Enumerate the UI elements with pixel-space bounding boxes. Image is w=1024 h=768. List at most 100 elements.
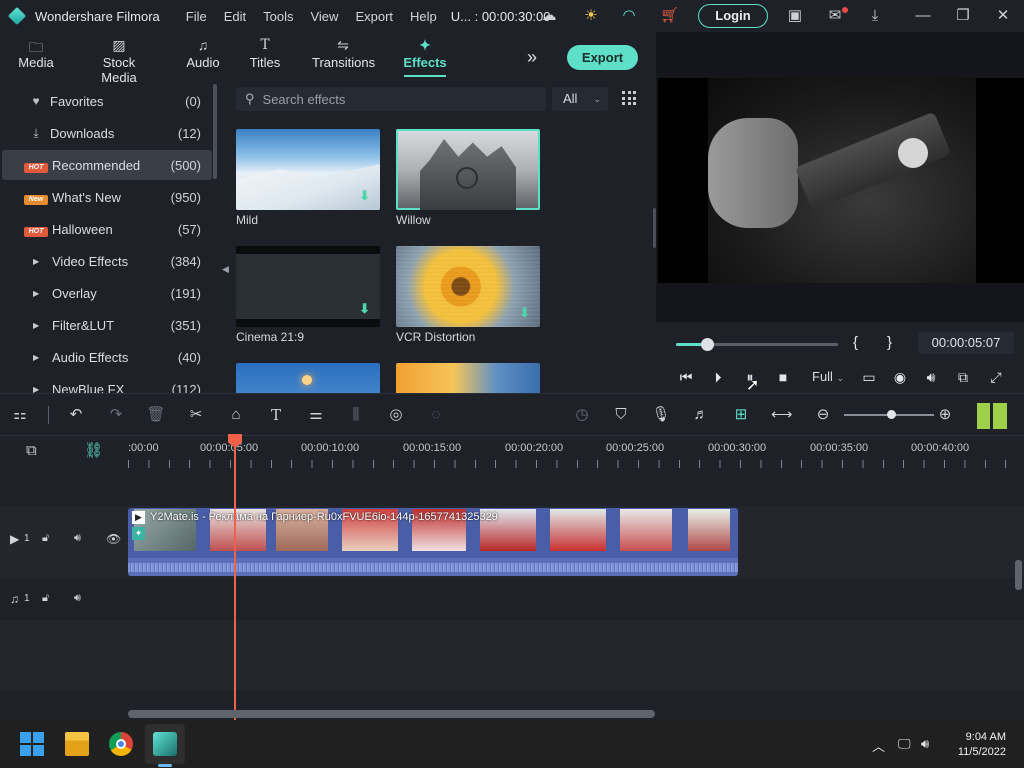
delete-icon[interactable]: 🗑︎ [146,405,166,425]
volume-icon[interactable]: 🔊︎ [74,592,81,605]
restore-icon[interactable]: ❐ [954,7,972,25]
download-icon[interactable]: ⬇ [359,188,370,204]
play-icon[interactable]: ⏵ [709,368,727,386]
tag-icon[interactable]: ⌂ [226,405,246,425]
zoom-slider[interactable] [844,410,934,419]
microphone-icon[interactable]: 🎙︎ [651,405,671,425]
menu-tools[interactable]: Tools [263,9,293,24]
export-button[interactable]: Export [567,45,638,70]
snapshot-icon[interactable]: ◉ [891,368,909,386]
effect-item[interactable] [396,363,540,393]
file-explorer-icon[interactable] [65,732,89,756]
filmora-taskbar-icon[interactable] [153,732,177,756]
playback-progress[interactable] [676,338,838,351]
filter-dropdown[interactable]: All ⌄ [552,87,608,111]
category-video-effects[interactable]: ▶ Video Effects (384) [2,246,212,276]
chevron-up-icon[interactable]: ︿ [872,736,885,755]
effect-item[interactable]: Willow [396,129,540,227]
lock-icon[interactable]: 🔓︎ [42,592,49,605]
tab-titles[interactable]: T Titles [248,37,282,70]
double-chevron-right-icon[interactable]: » [527,47,537,68]
effect-item[interactable]: ⬇ Mild [236,129,380,227]
category-filter-lut[interactable]: ▶ Filter&LUT (351) [2,310,212,340]
tab-audio[interactable]: ♫ Audio [185,37,221,70]
menu-edit[interactable]: Edit [224,9,246,24]
volume-icon[interactable]: 🔊︎ [74,532,81,545]
tab-effects[interactable]: ✦ Effects [402,37,448,77]
render-preview-icon[interactable]: ◷ [572,405,592,425]
fit-timeline-icon[interactable]: ⟷ [771,405,793,425]
category-newblue-fx[interactable]: ▶ NewBlue FX (112) [2,374,212,394]
time-ruler[interactable]: :00:00 00:00:05:00 00:00:10:00 00:00:15:… [128,436,1024,472]
minimize-icon[interactable]: — [914,7,932,25]
collapse-arrow-icon[interactable]: ◀ [222,264,230,274]
cart-icon[interactable]: 🛒︎ [660,7,679,25]
chrome-icon[interactable] [109,732,133,756]
search-input[interactable] [262,91,523,107]
zoom-in-icon[interactable]: ⊕ [935,405,955,425]
snap-icon[interactable]: ⊞ [731,405,751,425]
category-downloads[interactable]: ⤓ Downloads (12) [2,118,212,148]
network-icon[interactable]: 🖵︎ [898,736,911,752]
timeline-horizontal-scrollbar[interactable] [128,710,655,718]
tab-transitions[interactable]: ⇋ Transitions [312,37,375,70]
category-audio-effects[interactable]: ▶ Audio Effects (40) [2,342,212,372]
quality-dropdown[interactable]: Full ⌄ [812,369,844,384]
menu-file[interactable]: File [186,9,207,24]
effect-item[interactable]: ⬇ Cinema 21:9 [236,246,380,344]
music-list-icon[interactable]: ♬ [691,405,711,425]
tab-stock-media[interactable]: ▨ Stock Media [84,37,154,85]
add-text-icon[interactable]: T [266,405,286,425]
category-halloween[interactable]: HOT Halloween (57) [2,214,212,244]
eye-icon[interactable]: 👁︎ [106,532,121,546]
zoom-out-icon[interactable]: ⊖ [813,405,833,425]
stop-icon[interactable]: ■ [774,368,792,386]
menu-help[interactable]: Help [410,9,437,24]
cut-icon[interactable]: ✂ [186,405,206,425]
tab-media[interactable]: 🗀︎ Media [18,37,54,70]
pip-icon[interactable]: ⧉ [954,368,972,386]
category-overlay[interactable]: ▶ Overlay (191) [2,278,212,308]
category-whats-new[interactable]: New What's New (950) [2,182,212,212]
login-button[interactable]: Login [698,4,768,28]
mark-out-button[interactable]: } [887,334,892,351]
volume-icon[interactable]: 🔊︎ [921,736,929,752]
expand-arrow-icon[interactable]: ▶ [33,257,41,266]
menu-export[interactable]: Export [355,9,393,24]
playhead[interactable] [234,440,236,720]
audio-adjust-icon[interactable]: ⫼ [346,405,366,425]
zoom-knob[interactable] [887,410,896,419]
display-settings-icon[interactable]: ▭ [860,368,878,386]
category-favorites[interactable]: ♥ Favorites (0) [2,86,212,116]
expand-arrow-icon[interactable]: ▶ [33,321,41,330]
layout-icon[interactable]: ⚏ [10,405,30,425]
headset-icon[interactable]: ◠ [620,7,638,25]
lock-icon[interactable]: 🔓︎ [42,532,49,545]
menu-view[interactable]: View [310,9,338,24]
effect-item[interactable]: ⬇ VCR Distortion [396,246,540,344]
fullscreen-icon[interactable]: ⤢ [987,368,1005,386]
category-scrollbar[interactable] [213,84,217,179]
speed-icon[interactable]: ◌ [426,405,446,425]
redo-icon[interactable]: ↷ [106,405,126,425]
audio-waveform-icon[interactable]: ◎ [386,405,406,425]
cloud-icon[interactable]: ☁ [540,7,558,25]
effect-item[interactable] [236,363,380,393]
video-clip[interactable]: ▶ ✦ Y2Mate.is - Реклама на Гарниер-Ru0xF… [128,508,738,576]
download-icon[interactable]: ⤓ [866,7,884,25]
volume-icon[interactable]: 🔊︎ [922,368,940,386]
mark-in-button[interactable]: { [853,334,858,351]
shield-marker-icon[interactable]: ⛉ [611,405,631,425]
download-icon[interactable]: ⬇ [359,301,370,317]
expand-arrow-icon[interactable]: ▶ [33,289,41,298]
save-icon[interactable]: ▣ [786,7,804,25]
add-track-icon[interactable]: ⧉ [26,442,37,459]
undo-icon[interactable]: ↶ [66,405,86,425]
windows-start-icon[interactable] [20,732,44,756]
download-icon[interactable]: ⬇ [519,305,530,321]
expand-arrow-icon[interactable]: ▶ [33,353,41,362]
progress-knob[interactable] [700,338,714,351]
step-back-icon[interactable]: ⏮ [677,368,695,386]
link-icon[interactable]: ⛓ [84,441,103,459]
adjust-icon[interactable]: ⚌ [306,405,326,425]
